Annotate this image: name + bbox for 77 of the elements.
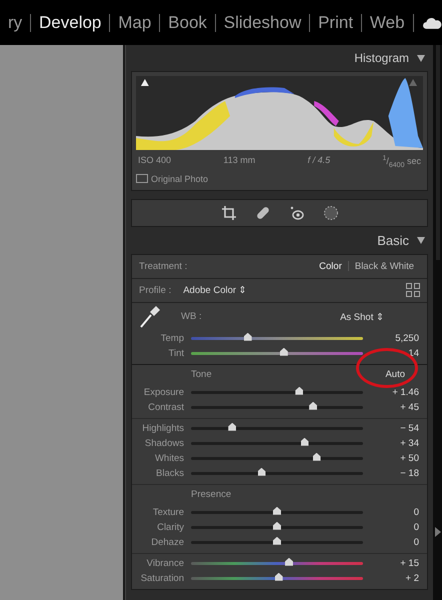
slider-label: Clarity: [156, 522, 184, 533]
histogram-area: [388, 78, 423, 148]
iso-text: ISO 400: [138, 155, 172, 167]
focal-length-text: 113 mm: [223, 155, 256, 167]
slider-thumb[interactable]: [258, 468, 266, 476]
module-tab[interactable]: Print: [310, 12, 362, 32]
slider-label: Whites: [154, 452, 184, 464]
histogram-area: [234, 87, 294, 98]
slider-label: Shadows: [144, 438, 184, 449]
slider-thumb[interactable]: [300, 438, 309, 446]
slider-thumb[interactable]: [274, 572, 283, 581]
eye-icon[interactable]: [288, 204, 304, 221]
aperture-text: f / 4.5: [308, 155, 330, 167]
checkbox[interactable]: [136, 174, 148, 184]
treatment-option[interactable]: Color: [313, 260, 348, 272]
original-photo-label[interactable]: Original Photo: [151, 174, 208, 184]
module-tab[interactable]: Web: [362, 12, 413, 32]
slider-value[interactable]: + 45: [400, 402, 419, 413]
wb-label: WB :: [181, 311, 202, 322]
slider-label: Highlights: [141, 422, 184, 434]
slider-value[interactable]: 0: [414, 522, 419, 533]
profile-dropdown[interactable]: Adobe Color ⇕: [183, 284, 247, 296]
eyedropper-icon[interactable]: [139, 304, 161, 329]
slider-value[interactable]: − 18: [400, 468, 419, 479]
annotation-circle: [356, 348, 418, 388]
slider-value[interactable]: + 2: [406, 572, 419, 584]
clipping-indicator-icon[interactable]: [409, 79, 418, 86]
module-tab[interactable]: Slideshow: [216, 12, 310, 32]
slider-thumb[interactable]: [295, 386, 304, 395]
treatment-label: Treatment :: [139, 260, 188, 272]
slider-value[interactable]: + 34: [400, 438, 419, 449]
slider-value[interactable]: 5,250: [395, 332, 419, 344]
slider-thumb[interactable]: [280, 348, 288, 356]
collapse-icon[interactable]: [417, 54, 425, 62]
slider-label: Exposure: [142, 386, 184, 398]
slider-thumb[interactable]: [285, 558, 294, 566]
slider-thumb[interactable]: [273, 536, 281, 545]
slider-label: Texture: [152, 506, 184, 518]
slider-label: Dehaze: [150, 536, 184, 548]
auto-button[interactable]: Auto: [385, 368, 405, 383]
slider-thumb[interactable]: [273, 506, 281, 515]
group-heading: Presence: [191, 488, 232, 502]
module-tab[interactable]: ry: [0, 12, 30, 32]
slider-value[interactable]: + 15: [400, 558, 419, 569]
slider-thumb[interactable]: [309, 402, 318, 410]
slider-thumb[interactable]: [273, 522, 281, 530]
slider-label: Saturation: [140, 572, 184, 584]
slider-label: Temp: [160, 332, 184, 344]
mask-icon[interactable]: [322, 204, 338, 221]
expand-arrow-icon[interactable]: [435, 527, 441, 537]
cloud-icon[interactable]: [423, 16, 442, 30]
slider-label: Tint: [168, 348, 184, 359]
slider-label: Blacks: [155, 468, 184, 479]
slider-value[interactable]: + 50: [400, 452, 419, 464]
collapse-icon[interactable]: [417, 236, 425, 244]
profile-label: Profile :: [139, 284, 172, 296]
slider-value[interactable]: − 54: [400, 422, 419, 434]
crop-icon[interactable]: [220, 204, 236, 221]
group-heading: Tone: [191, 368, 212, 382]
slider-thumb[interactable]: [228, 422, 236, 431]
module-tab[interactable]: Map: [110, 12, 160, 32]
slider-thumb[interactable]: [312, 452, 321, 461]
shutter-text: $^{1}$/$_{6400}$ sec: [382, 155, 421, 169]
module-tab[interactable]: Book: [160, 12, 215, 32]
clipping-indicator-icon[interactable]: [140, 79, 149, 86]
module-tab[interactable]: Develop: [31, 12, 110, 32]
slider-value[interactable]: + 1.46: [392, 386, 419, 398]
slider-value[interactable]: 0: [414, 506, 419, 518]
grid-icon[interactable]: [406, 283, 420, 298]
panel-title: Histogram: [354, 51, 409, 65]
treatment-option[interactable]: Black & White: [348, 260, 420, 272]
panel-title: Basic: [377, 232, 409, 248]
slider-label: Contrast: [147, 402, 184, 413]
wb-dropdown[interactable]: As Shot ⇕: [340, 310, 384, 323]
slider-label: Vibrance: [146, 558, 184, 569]
slider-thumb[interactable]: [244, 332, 252, 341]
slider-value[interactable]: 0: [414, 536, 419, 548]
